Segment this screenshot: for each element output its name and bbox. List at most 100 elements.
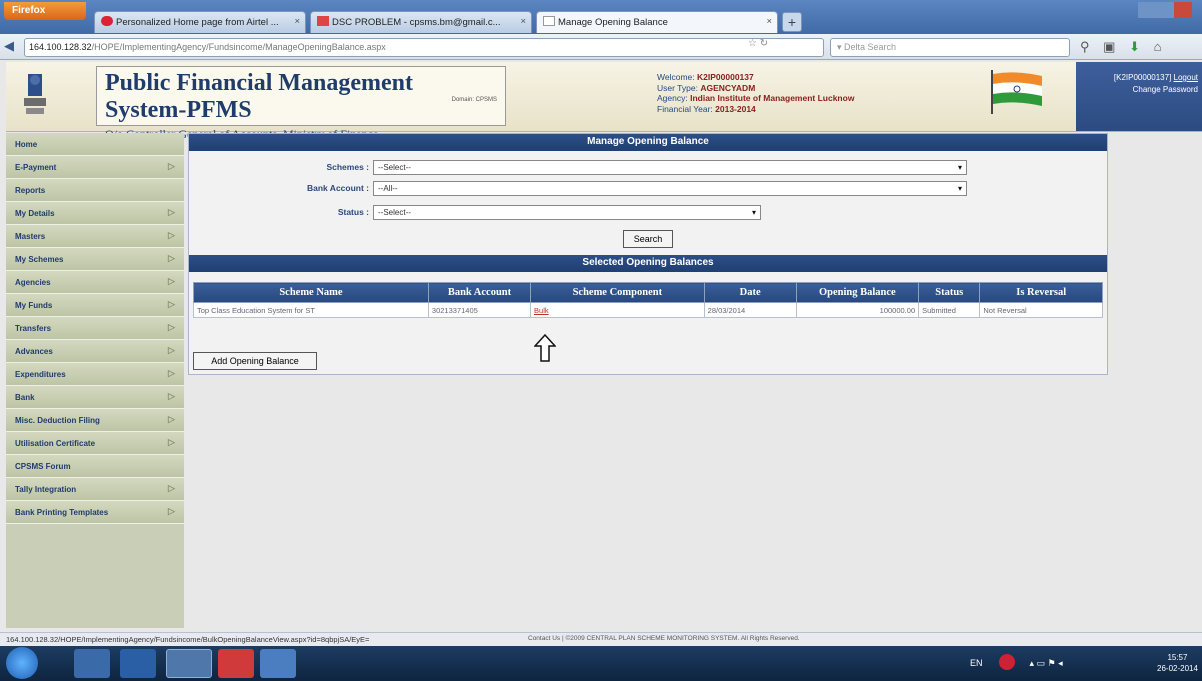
sidebar-item[interactable]: Bank ▷: [6, 386, 184, 409]
chevron-right-icon: ▷: [168, 230, 175, 240]
site-title: Public Financial Management System-PFMS: [105, 70, 413, 123]
reload-icon[interactable]: ↻: [760, 38, 768, 49]
scheme-component-link[interactable]: Bulk: [530, 302, 705, 318]
sidebar-item-label: CPSMS Forum: [15, 462, 71, 471]
sidebar-item-label: Reports: [15, 186, 46, 195]
firefox-taskbar-icon[interactable]: [166, 649, 212, 678]
tab-label: DSC PROBLEM - cpsms.bm@gmail.c...: [332, 17, 501, 28]
change-password-link[interactable]: Change Password: [1133, 85, 1198, 94]
page-icon: [543, 16, 555, 26]
maximize-icon[interactable]: [1156, 2, 1174, 18]
sidebar-item[interactable]: Expenditures ▷: [6, 363, 184, 386]
windows-taskbar: EN ▴ ▭ ⚑ ◂ 15:57 26-02-2014: [0, 646, 1202, 681]
browser-status-bar: 164.100.128.32/HOPE/ImplementingAgency/F…: [0, 632, 1202, 646]
column-header: Opening Balance: [795, 282, 920, 303]
welcome-label: Welcome:: [657, 72, 695, 82]
chevron-right-icon: ▷: [168, 483, 175, 493]
sidebar-item[interactable]: Tally Integration ▷: [6, 478, 184, 501]
back-arrow-icon[interactable]: ◀: [4, 38, 22, 56]
user-type-value: AGENCYADM: [700, 82, 756, 93]
bank-account-select[interactable]: --All-- ▾: [373, 181, 967, 196]
chevron-right-icon: ▷: [168, 253, 175, 263]
search-button[interactable]: Search: [623, 230, 673, 248]
media-center-icon[interactable]: [74, 649, 110, 678]
sidebar-item-label: Expenditures: [15, 370, 66, 379]
column-header: Date: [703, 282, 797, 303]
sidebar-item[interactable]: Advances ▷: [6, 340, 184, 363]
sidebar-item[interactable]: Transfers ▷: [6, 317, 184, 340]
airtel-taskbar-icon[interactable]: [218, 649, 254, 678]
sidebar-item[interactable]: Home: [6, 133, 184, 156]
close-icon[interactable]: ×: [520, 16, 526, 27]
opening-balances-table: Scheme Name Bank Account Scheme Component D…: [193, 282, 1103, 318]
column-header: Bank Account: [427, 282, 532, 303]
sidebar-item-label: My Schemes: [15, 255, 64, 264]
sidebar-item[interactable]: E-Payment ▷: [6, 156, 184, 179]
firefox-menu-button[interactable]: Firefox: [4, 2, 86, 20]
pfms-header: Public Financial Management System-PFMS …: [6, 62, 1202, 141]
browser-tab-bar: Firefox Personalized Home page from Airt…: [0, 0, 1202, 34]
sidebar-item[interactable]: Reports: [6, 179, 184, 202]
sidebar-item[interactable]: Agencies ▷: [6, 271, 184, 294]
agency-value: Indian Institute of Management Lucknow: [690, 93, 855, 103]
column-header: Status: [918, 282, 981, 303]
sidebar-item-label: Masters: [15, 232, 46, 241]
sidebar-item-label: Home: [15, 140, 38, 149]
status-url: 164.100.128.32/HOPE/ImplementingAgency/F…: [6, 635, 370, 644]
sidebar-item[interactable]: My Details ▷: [6, 202, 184, 225]
start-button-icon[interactable]: [6, 647, 38, 679]
sidebar-item[interactable]: My Schemes ▷: [6, 248, 184, 271]
close-window-icon[interactable]: [1174, 2, 1192, 18]
financial-year-label: Financial Year:: [657, 103, 713, 114]
tab-gmail[interactable]: DSC PROBLEM - cpsms.bm@gmail.c... ×: [310, 11, 532, 33]
manage-opening-balance-header: Manage Opening Balance: [189, 134, 1107, 151]
sidebar-item-label: Misc. Deduction Filing: [15, 416, 100, 425]
sidebar-item[interactable]: My Funds ▷: [6, 294, 184, 317]
logout-link[interactable]: Logout: [1174, 73, 1198, 82]
home-icon[interactable]: ⌂: [1154, 39, 1162, 54]
url-path: /HOPE/ImplementingAgency/Fundsincome/Man…: [91, 42, 386, 52]
internet-explorer-icon[interactable]: [120, 649, 156, 678]
table-header-row: Scheme Name Bank Account Scheme Component D…: [193, 282, 1103, 303]
status-select[interactable]: --Select-- ▾: [373, 205, 761, 220]
minimize-icon[interactable]: [1138, 2, 1156, 18]
download-icon[interactable]: ⬇: [1129, 39, 1140, 54]
add-opening-balance-button[interactable]: Add Opening Balance: [193, 352, 317, 370]
document-viewer-icon[interactable]: [260, 649, 296, 678]
bookmark-star-icon[interactable]: ☆: [748, 38, 757, 49]
close-icon[interactable]: ×: [294, 16, 300, 27]
chevron-right-icon: ▷: [168, 437, 175, 447]
url-bar[interactable]: 164.100.128.32/HOPE/ImplementingAgency/F…: [24, 38, 824, 57]
sidebar-item[interactable]: Misc. Deduction Filing ▷: [6, 409, 184, 432]
sidebar-item[interactable]: Masters ▷: [6, 225, 184, 248]
schemes-value: --Select--: [378, 163, 411, 172]
chevron-right-icon: ▷: [168, 391, 175, 401]
tray-arrow-icon[interactable]: ▴ ▭ ⚑ ◂: [1030, 658, 1063, 668]
sidebar-item[interactable]: Utilisation Certificate ▷: [6, 432, 184, 455]
bank-account-row: Bank Account : --All-- ▾: [269, 181, 969, 197]
table-cell: 100000.00: [795, 302, 920, 318]
new-tab-button[interactable]: +: [782, 12, 802, 32]
search-bar[interactable]: ▾ Delta Search: [830, 38, 1070, 57]
schemes-select[interactable]: --Select-- ▾: [373, 160, 967, 175]
column-header: Scheme Name: [193, 282, 429, 303]
tab-airtel[interactable]: Personalized Home page from Airtel ... ×: [94, 11, 306, 33]
sidebar-item[interactable]: Bank Printing Templates ▷: [6, 501, 184, 524]
sidebar-item-label: Transfers: [15, 324, 52, 333]
bookmarks-icon[interactable]: ▣: [1103, 39, 1115, 54]
search-icon[interactable]: ⚲: [1080, 39, 1090, 54]
main-panel: Manage Opening Balance Schemes : --Selec…: [188, 133, 1108, 375]
language-indicator[interactable]: EN: [970, 658, 983, 668]
agency-label: Agency:: [657, 93, 688, 103]
table-row: Top Class Education System for ST 3021337…: [193, 302, 1103, 318]
column-header: Scheme Component: [530, 282, 705, 303]
up-arrow-annotation-icon: [534, 334, 556, 362]
sidebar-item-label: Tally Integration: [15, 485, 77, 494]
site-domain: Domain: CPSMS: [451, 97, 497, 103]
security-shield-icon[interactable]: [999, 654, 1016, 670]
login-panel: [K2IP00000137] Logout Change Password: [1076, 62, 1202, 131]
close-icon[interactable]: ×: [766, 16, 772, 27]
sidebar-item[interactable]: CPSMS Forum: [6, 455, 184, 478]
tab-manage-opening-balance[interactable]: Manage Opening Balance ×: [536, 11, 778, 33]
taskbar-clock[interactable]: 15:57 26-02-2014: [1157, 652, 1198, 674]
